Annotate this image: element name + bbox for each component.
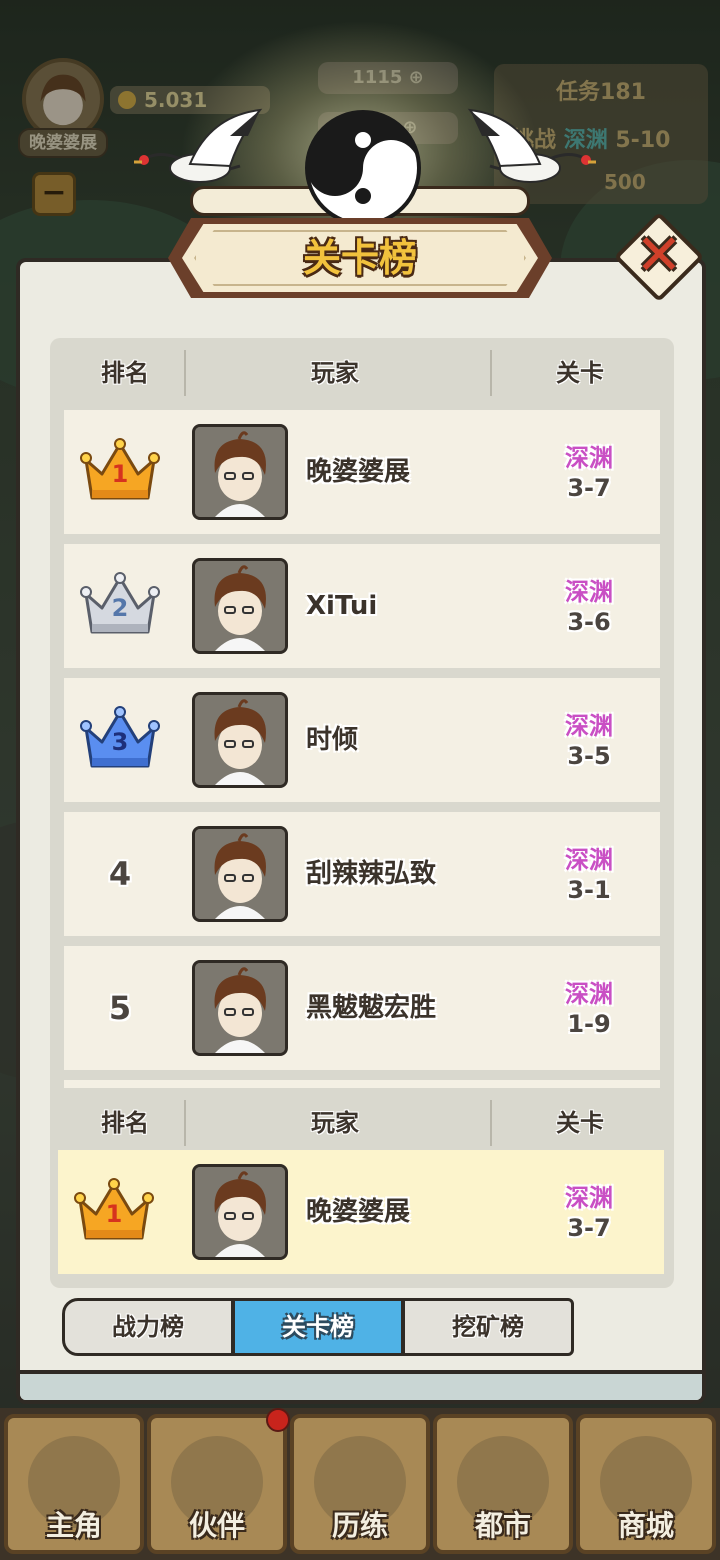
crane-left-icon (134, 108, 263, 183)
player-name: 黑魃魃宏胜 (306, 993, 437, 1023)
close-icon: ✕ (635, 223, 683, 288)
blue-crown-icon: 3 (80, 706, 160, 774)
crane-right-icon (467, 108, 596, 183)
level-zone: 深渊 (565, 578, 613, 606)
nav-shop[interactable]: 商城 (576, 1414, 716, 1554)
my-rank-header: 排名 玩家 关卡 (50, 1088, 674, 1158)
leaderboard-panel: 排名 玩家 关卡 1 晚婆婆展 深渊 3-7 2 XiTui 深渊 3-6 3 … (16, 258, 706, 1404)
leaderboard-tabs: 战力榜 关卡榜 挖矿榜 (62, 1298, 578, 1356)
level-zone: 深渊 (565, 712, 613, 740)
player-name: 晚婆婆展 (306, 1197, 411, 1227)
nav-label: 主角 (45, 1509, 102, 1542)
leaderboard-board: 排名 玩家 关卡 1 晚婆婆展 深渊 3-7 2 XiTui 深渊 3-6 3 … (50, 338, 674, 1288)
table-header: 排名 玩家 关卡 (50, 338, 674, 408)
player-avatar[interactable] (192, 960, 288, 1056)
player-name: 刮辣辣弘致 (306, 859, 437, 889)
player-name: XiTui (306, 591, 378, 621)
tab-power-rank[interactable]: 战力榜 (62, 1298, 234, 1356)
level-number: 3-1 (567, 876, 611, 904)
level-number: 3-5 (567, 742, 611, 770)
header-rank: 排名 (101, 359, 149, 387)
panel-footer-strip (20, 1370, 702, 1400)
notification-dot (266, 1408, 290, 1432)
rank-digit: 1 (111, 460, 129, 488)
rank-number: 5 (108, 989, 132, 1027)
header-rank: 排名 (101, 1109, 149, 1137)
bottom-nav: 主角 伙伴 历练 都市 商城 (0, 1408, 720, 1560)
table-row[interactable]: 5 黑魃魃宏胜 深渊 1-9 (64, 946, 660, 1070)
close-button[interactable]: ✕ (613, 211, 705, 303)
nav-label: 商城 (617, 1509, 674, 1542)
level-number: 3-7 (567, 474, 611, 502)
gold-crown-icon: 1 (74, 1178, 154, 1246)
player-avatar[interactable] (192, 826, 288, 922)
gold-crown-icon: 1 (80, 438, 160, 506)
player-avatar[interactable] (192, 1164, 288, 1260)
rank-number: 4 (108, 855, 132, 893)
level-zone: 深渊 (565, 1184, 613, 1212)
player-avatar[interactable] (192, 692, 288, 788)
nav-city[interactable]: 都市 (433, 1414, 573, 1554)
table-row[interactable]: 2 XiTui 深渊 3-6 (64, 544, 660, 668)
nav-label: 伙伴 (188, 1509, 245, 1542)
silver-crown-icon: 2 (80, 572, 160, 640)
my-rank-row[interactable]: 1 晚婆婆展 深渊 3-7 (58, 1150, 664, 1274)
dialog-title: 关卡榜 (302, 236, 417, 280)
nav-label: 都市 (474, 1509, 531, 1542)
player-avatar[interactable] (192, 424, 288, 520)
rank-digit: 1 (105, 1200, 123, 1228)
rank-digit: 3 (111, 728, 129, 756)
level-number: 3-7 (567, 1214, 611, 1242)
player-name: 时倾 (306, 725, 359, 755)
nav-hero[interactable]: 主角 (4, 1414, 144, 1554)
dialog-title-plate: 关卡榜 (168, 218, 552, 298)
nav-partner[interactable]: 伙伴 (147, 1414, 287, 1554)
tab-mining-rank[interactable]: 挖矿榜 (402, 1298, 574, 1356)
table-row[interactable]: 1 晚婆婆展 深渊 3-7 (64, 410, 660, 534)
level-zone: 深渊 (565, 980, 613, 1008)
nav-training[interactable]: 历练 (290, 1414, 430, 1554)
rank-digit: 2 (111, 594, 129, 622)
header-level: 关卡 (556, 1109, 604, 1137)
player-name: 晚婆婆展 (306, 457, 411, 487)
nav-label: 历练 (331, 1509, 388, 1542)
yin-yang-icon (305, 110, 421, 226)
level-zone: 深渊 (565, 846, 613, 874)
header-level: 关卡 (556, 359, 604, 387)
level-zone: 深渊 (565, 444, 613, 472)
level-number: 1-9 (567, 1010, 611, 1038)
player-avatar[interactable] (192, 558, 288, 654)
header-player: 玩家 (311, 359, 359, 387)
list-peek-edge (64, 1080, 660, 1088)
table-row[interactable]: 3 时倾 深渊 3-5 (64, 678, 660, 802)
tab-stage-rank[interactable]: 关卡榜 (232, 1298, 404, 1356)
level-number: 3-6 (567, 608, 611, 636)
table-row[interactable]: 4 刮辣辣弘致 深渊 3-1 (64, 812, 660, 936)
header-player: 玩家 (311, 1109, 359, 1137)
